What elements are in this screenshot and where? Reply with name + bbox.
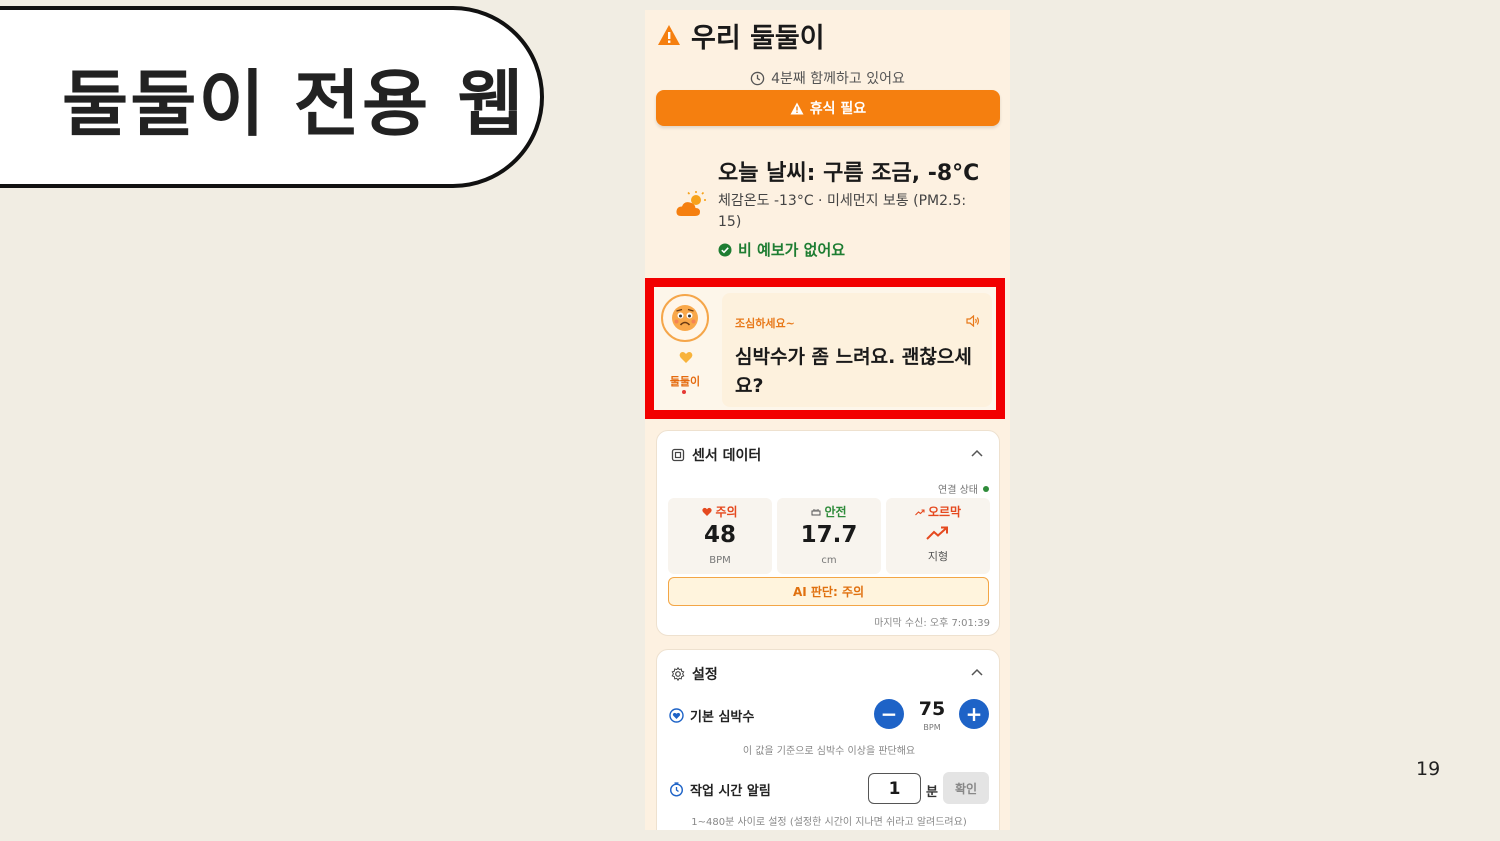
partly-cloudy-icon <box>676 191 706 216</box>
settings-card: 설정 기본 심박수 − 75 BPM + 이 값을 기준으로 심박수 이상을 판… <box>656 649 1000 830</box>
work-alarm-row: 작업 시간 알림 <box>669 780 771 799</box>
page-number: 19 <box>1416 758 1441 780</box>
heart-rate-unit: BPM <box>709 555 731 566</box>
chevron-up-icon[interactable] <box>971 449 983 457</box>
work-alarm-label: 작업 시간 알림 <box>690 784 771 799</box>
distance-metric: 안전 17.7 cm <box>777 498 881 574</box>
work-alarm-minutes-input[interactable] <box>868 773 921 804</box>
app-screen: 우리 둘둘이 4분째 함께하고 있어요 휴식 필요 오늘 날씨: 구름 조금, … <box>645 10 1010 830</box>
slide-title-box: 둘둘이 전용 웹 <box>0 6 544 188</box>
heart-rate-status: 주의 <box>715 505 738 519</box>
rest-button-label: 휴식 필요 <box>809 101 867 117</box>
distance-status: 안전 <box>824 505 847 519</box>
chip-icon <box>671 448 685 462</box>
sensor-card-header[interactable]: 센서 데이터 <box>671 445 761 465</box>
terrain-metric: 오르막 지형 <box>886 498 990 574</box>
heart-icon <box>702 507 713 516</box>
status-dot <box>682 390 686 394</box>
timer-icon <box>669 782 684 797</box>
warning-icon <box>658 25 680 45</box>
clock-icon <box>750 71 765 85</box>
settings-card-header[interactable]: 설정 <box>671 664 718 684</box>
ai-judgement-badge: AI 판단: 주의 <box>668 577 989 606</box>
heart-icon <box>679 352 693 363</box>
weather-detail: 체감온도 -13°C · 미세먼지 보통 (PM2.5: 15) <box>718 193 967 230</box>
increase-heart-rate-button[interactable]: + <box>959 699 989 729</box>
confirm-button[interactable]: 확인 <box>943 772 989 804</box>
terrain-label: 지형 <box>927 550 949 563</box>
sensor-data-card: 센서 데이터 연결 상태 주의 48 BPM 안전 17.7 cm 오르막 지형… <box>656 430 1000 636</box>
rest-needed-button[interactable]: 휴식 필요 <box>656 90 1000 126</box>
base-heart-rate-unit: BPM <box>923 723 941 732</box>
heart-circle-icon <box>669 708 684 723</box>
rain-forecast: 비 예보가 없어요 <box>718 239 845 260</box>
distance-unit: cm <box>821 555 837 566</box>
highlighted-message-card: 둘둘이 조심하세요~ 심박수가 좀 느려요. 괜찮으세요? <box>645 278 1005 419</box>
terrain-status: 오르막 <box>927 505 962 519</box>
trend-up-icon <box>915 508 925 515</box>
distance-value: 17.7 <box>800 522 858 548</box>
chevron-up-icon[interactable] <box>971 668 983 676</box>
base-heart-rate-help: 이 값을 기준으로 심박수 이상을 판단해요 <box>742 746 916 757</box>
settings-card-title: 설정 <box>692 667 718 683</box>
elapsed-text: 4분째 함께하고 있어요 <box>771 71 905 87</box>
base-heart-rate-label: 기본 심박수 <box>690 710 755 725</box>
avatar[interactable] <box>661 294 709 342</box>
message-tag: 조심하세요~ <box>735 317 795 330</box>
app-header: 우리 둘둘이 4분째 함께하고 있어요 <box>645 20 1010 87</box>
avatar-column: 둘둘이 <box>654 287 716 410</box>
speaker-icon[interactable] <box>966 315 980 327</box>
work-alarm-help: 1~480분 사이로 설정 (설정한 시간이 지나면 쉬라고 알려드려요) <box>691 817 967 828</box>
weather-section: 오늘 날씨: 구름 조금, -8°C 체감온도 -13°C · 미세먼지 보통 … <box>645 150 1010 270</box>
check-circle-icon <box>718 243 732 256</box>
work-alarm-unit: 분 <box>926 785 938 800</box>
warning-icon <box>790 102 804 114</box>
decrease-heart-rate-button[interactable]: − <box>874 699 904 729</box>
slide-title: 둘둘이 전용 웹 <box>62 61 526 146</box>
rain-text: 비 예보가 없어요 <box>738 241 846 259</box>
base-heart-rate-row: 기본 심박수 <box>669 706 754 725</box>
sensor-card-title: 센서 데이터 <box>692 448 762 464</box>
uphill-trend-icon <box>926 526 948 540</box>
heart-rate-value: 48 <box>703 522 736 548</box>
avatar-name: 둘둘이 <box>669 375 701 388</box>
last-received-time: 마지막 수신: 오후 7:01:39 <box>874 618 990 629</box>
connection-dot <box>983 485 989 492</box>
weather-title: 오늘 날씨: 구름 조금, -8°C <box>718 161 980 186</box>
elapsed-time: 4분째 함께하고 있어요 <box>645 68 1010 88</box>
gear-icon <box>671 667 685 681</box>
speech-bubble: 조심하세요~ 심박수가 좀 느려요. 괜찮으세요? <box>722 293 992 407</box>
heart-rate-metric: 주의 48 BPM <box>668 498 772 574</box>
message-text: 심박수가 좀 느려요. 괜찮으세요? <box>735 346 972 397</box>
ruler-icon <box>811 508 821 515</box>
app-title: 우리 둘둘이 <box>691 22 825 54</box>
worried-face-icon <box>672 305 698 331</box>
base-heart-rate-value: 75 <box>918 698 946 720</box>
connection-status: 연결 상태 <box>938 481 989 496</box>
connection-label: 연결 상태 <box>938 485 978 496</box>
